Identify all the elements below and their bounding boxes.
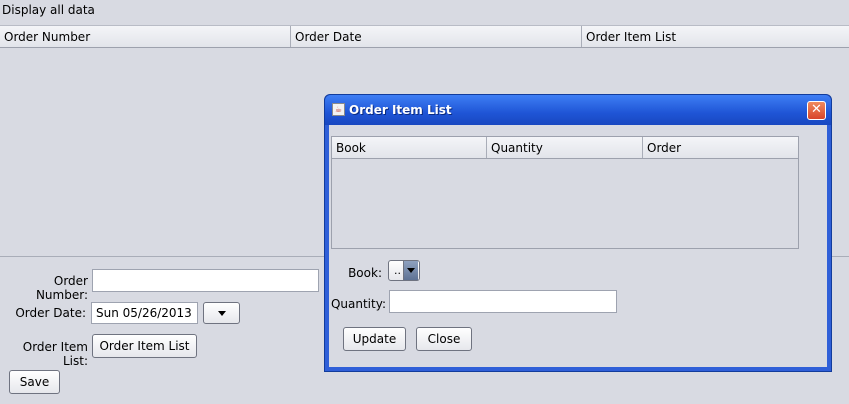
order-number-label: Order Number:: [35, 274, 88, 302]
column-header-order-number[interactable]: Order Number: [0, 26, 291, 47]
order-item-list-dialog: ☕ Order Item List ✕ Book Quantity Order …: [324, 94, 832, 372]
close-button[interactable]: Close: [416, 327, 472, 351]
order-number-input[interactable]: [92, 269, 319, 292]
column-header-book[interactable]: Book: [332, 137, 487, 158]
order-date-label: Order Date:: [15, 306, 86, 320]
book-label: Book:: [348, 266, 382, 280]
chevron-down-icon: [217, 310, 226, 316]
display-all-data-caption: Display all data: [2, 3, 95, 17]
date-picker-button[interactable]: [203, 302, 240, 324]
quantity-input[interactable]: [389, 290, 617, 313]
java-icon: ☕: [332, 103, 345, 116]
close-icon[interactable]: ✕: [807, 101, 826, 120]
dialog-content: Book Quantity Order Book: .. Quantity: U…: [329, 125, 827, 367]
quantity-label: Quantity:: [330, 297, 386, 311]
update-button[interactable]: Update: [343, 327, 406, 351]
column-header-quantity[interactable]: Quantity: [487, 137, 643, 158]
column-header-order[interactable]: Order: [643, 137, 798, 158]
book-combobox[interactable]: ..: [388, 260, 420, 281]
order-items-table[interactable]: Book Quantity Order: [331, 136, 799, 249]
dialog-title: Order Item List: [349, 103, 452, 117]
order-items-table-header: Book Quantity Order: [332, 137, 798, 159]
order-item-list-label: Order Item List:: [22, 340, 88, 368]
column-header-order-date[interactable]: Order Date: [291, 26, 582, 47]
chevron-down-icon[interactable]: [403, 261, 418, 280]
column-header-order-item-list[interactable]: Order Item List: [582, 26, 849, 47]
dialog-title-bar[interactable]: ☕ Order Item List ✕: [325, 95, 831, 125]
order-date-field[interactable]: Sun 05/26/2013: [91, 302, 198, 324]
book-selected-value: ..: [394, 264, 401, 277]
save-button[interactable]: Save: [9, 370, 60, 394]
order-item-list-button[interactable]: Order Item List: [92, 334, 197, 358]
orders-table-header: Order Number Order Date Order Item List: [0, 25, 849, 48]
